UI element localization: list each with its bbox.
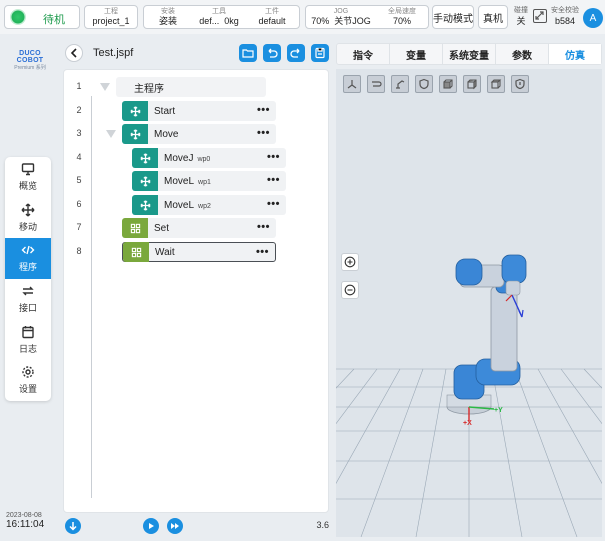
tree-row[interactable]: 3 Move •••	[64, 124, 330, 144]
tab-simulation[interactable]: 仿真	[549, 44, 601, 64]
status-label: 待机	[43, 14, 65, 26]
nav-item-settings[interactable]: 设置	[5, 360, 51, 401]
monitor-icon	[21, 162, 35, 176]
top-bar: 待机 工程 project_1 安装 姿装 工具 def... 0kg 工件 d…	[0, 0, 605, 34]
brand-logo: DUCO COBOT Premium 系列	[14, 50, 46, 71]
simulation-viewport[interactable]: +X +Y	[336, 69, 602, 537]
tool-selector[interactable]: 工具 def... 0kg	[192, 6, 246, 28]
version-label: 3.6	[316, 520, 329, 530]
tree-node-move[interactable]: Move •••	[122, 124, 276, 144]
more-icon[interactable]: •••	[257, 104, 270, 116]
tree-node-set[interactable]: Set •••	[122, 218, 276, 238]
tree-node-start[interactable]: Start •••	[122, 101, 276, 121]
real-robot-button[interactable]: 真机	[478, 5, 508, 29]
more-icon[interactable]: •••	[257, 221, 270, 233]
robot-scene: +X +Y	[336, 254, 602, 537]
tree-row[interactable]: 5 MoveL wp1 •••	[64, 171, 330, 191]
more-icon[interactable]: •••	[257, 127, 270, 139]
nav-item-log[interactable]: 日志	[5, 319, 51, 360]
project-selector[interactable]: 工程 project_1	[84, 5, 138, 29]
grid-icon	[123, 242, 149, 262]
grid-icon	[122, 218, 148, 238]
move-icon	[122, 124, 148, 144]
move-icon	[21, 203, 35, 217]
robot-status-button[interactable]: 待机	[4, 5, 80, 29]
move-icon	[132, 195, 158, 215]
back-button[interactable]	[65, 44, 83, 62]
arrow-down-icon	[69, 522, 77, 531]
more-icon[interactable]: •••	[256, 246, 269, 258]
clock: 2023-08-08 16:11:04	[6, 512, 45, 530]
collision-indicator[interactable]: 碰撞 关	[512, 6, 530, 26]
right-tabs: 指令 变量 系统变量 参数 仿真	[336, 43, 602, 65]
collapse-icon[interactable]	[100, 83, 110, 91]
move-icon	[122, 101, 148, 121]
move-icon	[132, 148, 158, 168]
program-header: Test.jspf	[57, 41, 330, 67]
tree-node-movej[interactable]: MoveJ wp0 •••	[132, 148, 286, 168]
tree-row[interactable]: 8 Wait •••	[64, 242, 330, 262]
open-folder-button[interactable]	[239, 44, 257, 62]
fast-forward-button[interactable]	[167, 518, 183, 534]
tree-row[interactable]: 1 主程序	[64, 77, 330, 97]
move-icon	[132, 171, 158, 191]
global-speed-selector[interactable]: 全局速度 70%	[376, 6, 428, 28]
manual-mode-button[interactable]: 手动模式	[432, 5, 474, 29]
play-icon	[149, 523, 154, 529]
step-down-button[interactable]	[65, 518, 81, 534]
save-icon	[315, 47, 325, 59]
project-value: project_1	[92, 16, 130, 26]
tree-row[interactable]: 7 Set •••	[64, 218, 330, 238]
tree-row[interactable]: 4 MoveJ wp0 •••	[64, 148, 330, 168]
tree-row[interactable]: 2 Start •••	[64, 101, 330, 121]
code-icon	[21, 243, 35, 257]
tab-variables[interactable]: 变量	[390, 44, 443, 64]
expand-icon[interactable]	[533, 9, 547, 23]
main-nav: 概览 移动 程序 接口 日志 设置	[5, 157, 51, 401]
play-button[interactable]	[143, 518, 159, 534]
program-tree: 1 主程序 2 Start ••• 3 Move ••• 4 MoveJ wp0…	[63, 69, 329, 513]
axis-y-label: +Y	[494, 407, 503, 414]
nav-item-interface[interactable]: 接口	[5, 279, 51, 320]
nav-item-program[interactable]: 程序	[5, 238, 51, 279]
tree-node-movel[interactable]: MoveL wp2 •••	[132, 195, 286, 215]
status-indicator-icon	[10, 9, 26, 25]
collapse-icon[interactable]	[106, 130, 116, 138]
nav-item-move[interactable]: 移动	[5, 198, 51, 239]
more-icon[interactable]: •••	[267, 151, 280, 163]
folder-icon	[242, 49, 254, 58]
swap-icon	[21, 284, 35, 298]
user-avatar[interactable]: A	[583, 8, 603, 28]
undo-button[interactable]	[263, 44, 281, 62]
redo-button[interactable]	[287, 44, 305, 62]
tab-parameters[interactable]: 参数	[496, 44, 549, 64]
axis-x-label: +X	[463, 420, 472, 427]
more-icon[interactable]: •••	[267, 174, 280, 186]
more-icon[interactable]: •••	[267, 198, 280, 210]
calendar-icon	[21, 325, 35, 339]
redo-icon	[290, 48, 300, 58]
undo-icon	[268, 48, 278, 58]
workpiece-selector[interactable]: 工件 default	[246, 6, 298, 28]
tree-node-main[interactable]: 主程序	[116, 77, 266, 97]
safety-checksum: 安全校验 b584	[551, 7, 579, 26]
jog-group: JOG 70% 关节JOG 全局速度 70%	[305, 5, 429, 29]
program-footer: 3.6	[63, 516, 329, 536]
program-filename: Test.jspf	[93, 47, 134, 59]
chevron-left-icon	[70, 48, 77, 58]
nav-item-overview[interactable]: 概览	[5, 157, 51, 198]
jog-selector[interactable]: JOG 70% 关节JOG	[306, 6, 376, 28]
install-selector[interactable]: 安装 姿装	[144, 6, 192, 28]
tree-node-wait[interactable]: Wait •••	[122, 242, 276, 262]
tab-commands[interactable]: 指令	[337, 44, 390, 64]
installation-group: 安装 姿装 工具 def... 0kg 工件 default	[143, 5, 300, 29]
gear-icon	[21, 365, 35, 379]
tree-row[interactable]: 6 MoveL wp2 •••	[64, 195, 330, 215]
fast-forward-icon	[171, 523, 179, 529]
tree-node-movel[interactable]: MoveL wp1 •••	[132, 171, 286, 191]
tab-system-variables[interactable]: 系统变量	[443, 44, 496, 64]
save-button[interactable]	[311, 44, 329, 62]
